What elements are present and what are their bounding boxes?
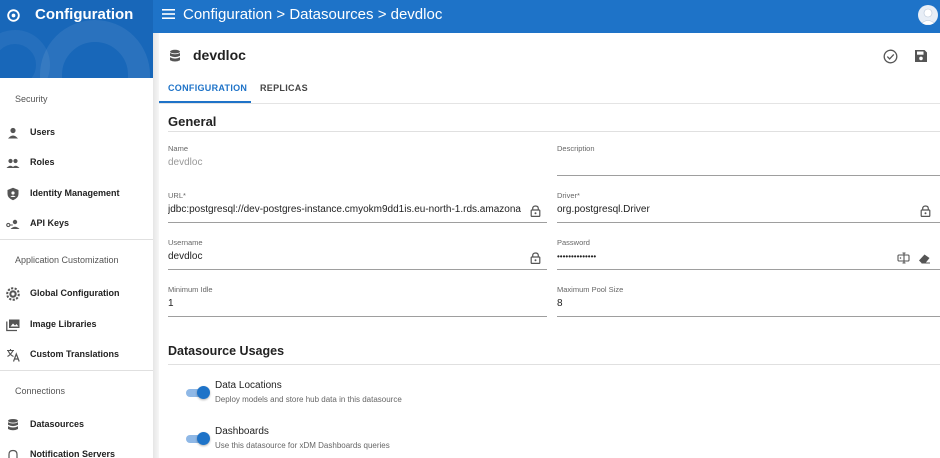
name-field[interactable]: Name devdloc: [168, 144, 547, 184]
field-underline: [557, 222, 940, 223]
sidebar-heading-security: Security: [15, 94, 48, 104]
toggle-knob: [197, 432, 210, 445]
toggle-knob: [197, 386, 210, 399]
people-icon: [6, 158, 20, 168]
validate-check-icon[interactable]: [883, 49, 898, 64]
field-underline: [168, 316, 547, 317]
field-label: Password: [557, 238, 590, 247]
usage-description: Use this datasource for xDM Dashboards q…: [215, 441, 390, 450]
brand-panel: Configuration: [0, 0, 153, 78]
field-label: Name: [168, 144, 189, 153]
tab-configuration[interactable]: CONFIGURATION: [168, 83, 247, 93]
sidebar-item-label: API Keys: [30, 218, 70, 228]
password-field[interactable]: Password ••••••••••••••: [557, 238, 940, 278]
lock-icon: [920, 205, 931, 217]
sidebar-item-label: Custom Translations: [30, 349, 120, 359]
field-value: devdloc: [168, 157, 203, 168]
usage-description: Deploy models and store hub data in this…: [215, 395, 402, 404]
field-label: Description: [557, 144, 595, 153]
brand-background-gear: [40, 20, 150, 78]
key-person-icon: [6, 219, 20, 229]
sidebar-item-label: Global Configuration: [30, 288, 120, 298]
section-divider: [168, 131, 940, 132]
sidebar-item-label: Datasources: [30, 419, 85, 429]
save-icon[interactable]: [914, 49, 928, 63]
sidebar-divider: [0, 370, 153, 371]
person-icon: [8, 127, 18, 139]
field-underline: [168, 222, 547, 223]
username-field[interactable]: Username devdloc: [168, 238, 547, 278]
database-icon: [8, 419, 18, 431]
field-value: devdloc: [168, 251, 203, 262]
minimum-idle-field[interactable]: Minimum Idle 1: [168, 285, 547, 325]
field-value: ••••••••••••••: [557, 252, 597, 261]
lock-icon: [530, 252, 541, 264]
app-title: Configuration: [35, 6, 134, 23]
field-value: jdbc:postgresql://dev-postgres-instance.…: [168, 204, 521, 215]
password-input-icon[interactable]: [897, 252, 910, 264]
sidebar-item-label: Identity Management: [30, 188, 120, 198]
sidebar-item-roles[interactable]: Roles: [0, 149, 153, 177]
photo-library-icon: [6, 319, 20, 332]
sidebar-heading-application-customization: Application Customization: [15, 255, 119, 265]
data-locations-toggle[interactable]: [186, 386, 210, 399]
url-field[interactable]: URL* jdbc:postgresql://dev-postgres-inst…: [168, 191, 547, 231]
sidebar-item-label: Roles: [30, 157, 55, 167]
sidebar-item-image-libraries[interactable]: Image Libraries: [0, 311, 153, 339]
sidebar-item-datasources[interactable]: Datasources: [0, 411, 153, 439]
field-value: 8: [557, 298, 563, 309]
maximum-pool-size-field[interactable]: Maximum Pool Size 8: [557, 285, 940, 325]
main-content: devdloc CONFIGURATION REPLICAS General N…: [159, 33, 940, 458]
field-label: Username: [168, 238, 203, 247]
sidebar-item-notification-servers[interactable]: Notification Servers: [0, 441, 153, 458]
dashboards-toggle[interactable]: [186, 432, 210, 445]
sidebar-item-global-configuration[interactable]: Global Configuration: [0, 280, 153, 308]
sidebar-item-label: Image Libraries: [30, 319, 97, 329]
sidebar-item-api-keys[interactable]: API Keys: [0, 210, 153, 238]
section-divider: [168, 364, 940, 365]
section-heading-general: General: [168, 114, 217, 129]
sidebar-item-label: Notification Servers: [30, 449, 116, 458]
description-field[interactable]: Description: [557, 144, 940, 184]
field-label: URL*: [168, 191, 186, 200]
field-underline: [168, 269, 547, 270]
usage-title: Dashboards: [215, 426, 269, 437]
settings-gear-icon: [7, 9, 20, 22]
sidebar-divider: [0, 239, 153, 240]
sidebar-item-label: Users: [30, 127, 56, 137]
bell-icon: [8, 449, 18, 458]
section-heading-datasource-usages: Datasource Usages: [168, 344, 285, 358]
field-value: 1: [168, 298, 174, 309]
sidebar-heading-connections: Connections: [15, 386, 66, 396]
eraser-icon[interactable]: [918, 252, 931, 264]
brand-background-gear-small: [0, 30, 50, 78]
field-underline: [557, 316, 940, 317]
sidebar-item-custom-translations[interactable]: Custom Translations: [0, 341, 153, 369]
driver-field[interactable]: Driver* org.postgresql.Driver: [557, 191, 940, 231]
field-label: Maximum Pool Size: [557, 285, 624, 294]
tabs-divider: [159, 103, 940, 104]
sidebar-item-identity-management[interactable]: Identity Management: [0, 180, 153, 208]
tab-replicas[interactable]: REPLICAS: [260, 83, 308, 93]
database-icon: [170, 49, 180, 62]
field-value: org.postgresql.Driver: [557, 204, 650, 215]
field-underline: [557, 175, 940, 176]
menu-icon[interactable]: [162, 8, 175, 20]
sidebar: Security Users Roles Identity Management…: [0, 78, 153, 458]
gear-icon: [6, 287, 20, 301]
lock-icon: [530, 205, 541, 217]
user-avatar-icon[interactable]: [918, 5, 938, 25]
field-label: Driver*: [557, 191, 580, 200]
field-label: Minimum Idle: [168, 285, 213, 294]
sidebar-item-users[interactable]: Users: [0, 119, 153, 147]
shield-icon: [7, 187, 19, 201]
field-underline: [557, 269, 940, 270]
page-title: devdloc: [193, 47, 246, 63]
translate-icon: [7, 349, 20, 362]
breadcrumb: Configuration > Datasources > devdloc: [183, 6, 443, 23]
usage-title: Data Locations: [215, 380, 282, 391]
